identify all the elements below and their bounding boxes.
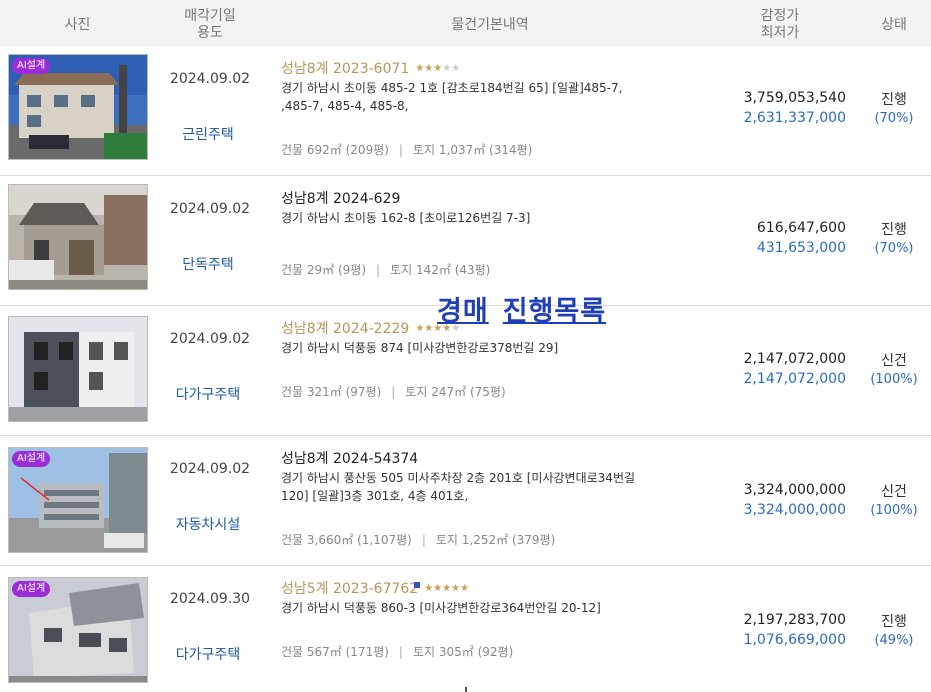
header-photo: 사진: [64, 16, 91, 33]
usage-type: 단독주택: [182, 257, 234, 273]
table-row[interactable]: AI설계 2024.09.02 자동차시설 성남8계 2024-54374 경기…: [0, 436, 931, 566]
status-label: 진행: [881, 92, 907, 108]
minimum-price: 2,631,337,000: [743, 110, 846, 126]
case-number[interactable]: 성남5계 2023-67762 ★★★★★: [281, 578, 469, 598]
property-photo[interactable]: AI설계: [8, 54, 148, 160]
status-percent: (70%): [874, 241, 914, 256]
status-label: 신건: [881, 353, 907, 369]
ai-badge: AI설계: [12, 58, 51, 74]
header-status: 상태: [881, 16, 907, 33]
address: 경기 하남시 덕풍동 874 [미사강변한강로378번길 29]: [281, 341, 559, 355]
table-row[interactable]: AI설계 2024.09.30 다가구주택 성남5계 2023-67762 ★★★…: [0, 566, 931, 692]
star-filled-icon: ★: [415, 63, 425, 74]
usage-type: 자동차시설: [175, 517, 241, 533]
star-empty-icon: ★: [442, 63, 452, 74]
header-price[interactable]: 감정가 최저가: [720, 0, 840, 50]
status-percent: (49%): [874, 633, 914, 648]
sale-date: 2024.09.02: [169, 71, 251, 87]
status-label: 진행: [881, 614, 907, 630]
status-percent: (100%): [870, 503, 918, 518]
appraisal-price: 616,647,600: [756, 220, 846, 236]
marker-dot: [414, 582, 420, 588]
area-info: 건물 29㎡ (9평) | 토지 142㎡ (43평): [281, 263, 491, 277]
rating-stars: ★★★★★: [424, 583, 469, 594]
appraisal-price: 2,197,283,700: [743, 612, 846, 628]
auction-list-title[interactable]: 경매 진행목록: [437, 289, 606, 328]
table-row[interactable]: 2024.09.02 단독주택 성남8계 2024-629 경기 하남시 초이동…: [0, 176, 931, 306]
ai-badge: AI설계: [12, 581, 51, 597]
case-number[interactable]: 성남8계 2024-54374: [281, 448, 418, 468]
sale-date: 2024.09.02: [169, 331, 251, 347]
area-info: 건물 567㎡ (171평) | 토지 305㎡ (92평): [281, 645, 514, 659]
star-filled-icon: ★: [433, 63, 443, 74]
star-empty-icon: ★: [451, 63, 461, 74]
area-info: 건물 321㎡ (97평) | 토지 247㎡ (75평): [281, 385, 506, 399]
minimum-price: 2,147,072,000: [743, 371, 846, 387]
address: 경기 하남시 초이동 485-2 1호 [감초로184번길 65] [일괄]48…: [281, 81, 623, 113]
sale-date: 2024.09.02: [169, 461, 251, 477]
property-photo[interactable]: [8, 184, 148, 290]
status-percent: (70%): [874, 111, 914, 126]
case-number[interactable]: 성남8계 2024-2229 ★★★★★: [281, 318, 460, 338]
area-info: 건물 692㎡ (209평) | 토지 1,037㎡ (314평): [281, 143, 533, 157]
minimum-price: 431,653,000: [756, 240, 846, 256]
appraisal-price: 3,324,000,000: [743, 482, 846, 498]
area-info: 건물 3,660㎡ (1,107평) | 토지 1,252㎡ (379평): [281, 533, 556, 547]
star-filled-icon: ★: [424, 323, 434, 334]
address: 경기 하남시 덕풍동 860-3 [미사강변한강로364번안길 20-12]: [281, 601, 601, 615]
usage-type: 다가구주택: [175, 647, 241, 663]
star-filled-icon: ★: [433, 583, 443, 594]
appraisal-price: 2,147,072,000: [743, 351, 846, 367]
cursor-mark: [465, 687, 467, 692]
header-sale-date-usage[interactable]: 매각기일 용도: [160, 0, 260, 50]
address: 경기 하남시 풍산동 505 미사주차장 2층 201호 [미사강변대로34번길…: [281, 471, 636, 503]
sale-date: 2024.09.30: [169, 591, 251, 607]
rating-stars: ★★★★★: [415, 63, 460, 74]
usage-type: 근린주택: [182, 127, 234, 143]
minimum-price: 3,324,000,000: [743, 502, 846, 518]
usage-type: 다가구주택: [175, 387, 241, 403]
case-number[interactable]: 성남8계 2024-629: [281, 188, 400, 208]
star-filled-icon: ★: [424, 63, 434, 74]
case-number[interactable]: 성남8계 2023-6071 ★★★★★: [281, 58, 460, 78]
property-photo[interactable]: AI설계: [8, 577, 148, 683]
star-filled-icon: ★: [442, 583, 452, 594]
star-filled-icon: ★: [415, 323, 425, 334]
status-label: 진행: [881, 222, 907, 238]
status-label: 신건: [881, 484, 907, 500]
appraisal-price: 3,759,053,540: [743, 90, 846, 106]
sale-date: 2024.09.02: [169, 201, 251, 217]
property-photo[interactable]: AI설계: [8, 447, 148, 553]
minimum-price: 1,076,669,000: [743, 632, 846, 648]
header-basic-info: 물건기본내역: [451, 16, 529, 33]
address: 경기 하남시 초이동 162-8 [초이로126번길 7-3]: [281, 211, 531, 225]
table-header: 사진 매각기일 용도 물건기본내역 감정가 최저가 상태: [0, 0, 931, 50]
table-row[interactable]: AI설계 2024.09.02 근린주택 성남8계 2023-6071 ★★★★★…: [0, 46, 931, 176]
star-filled-icon: ★: [460, 583, 470, 594]
status-percent: (100%): [870, 372, 918, 387]
ai-badge: AI설계: [12, 451, 51, 467]
property-photo[interactable]: [8, 316, 148, 422]
star-filled-icon: ★: [424, 583, 434, 594]
star-filled-icon: ★: [451, 583, 461, 594]
